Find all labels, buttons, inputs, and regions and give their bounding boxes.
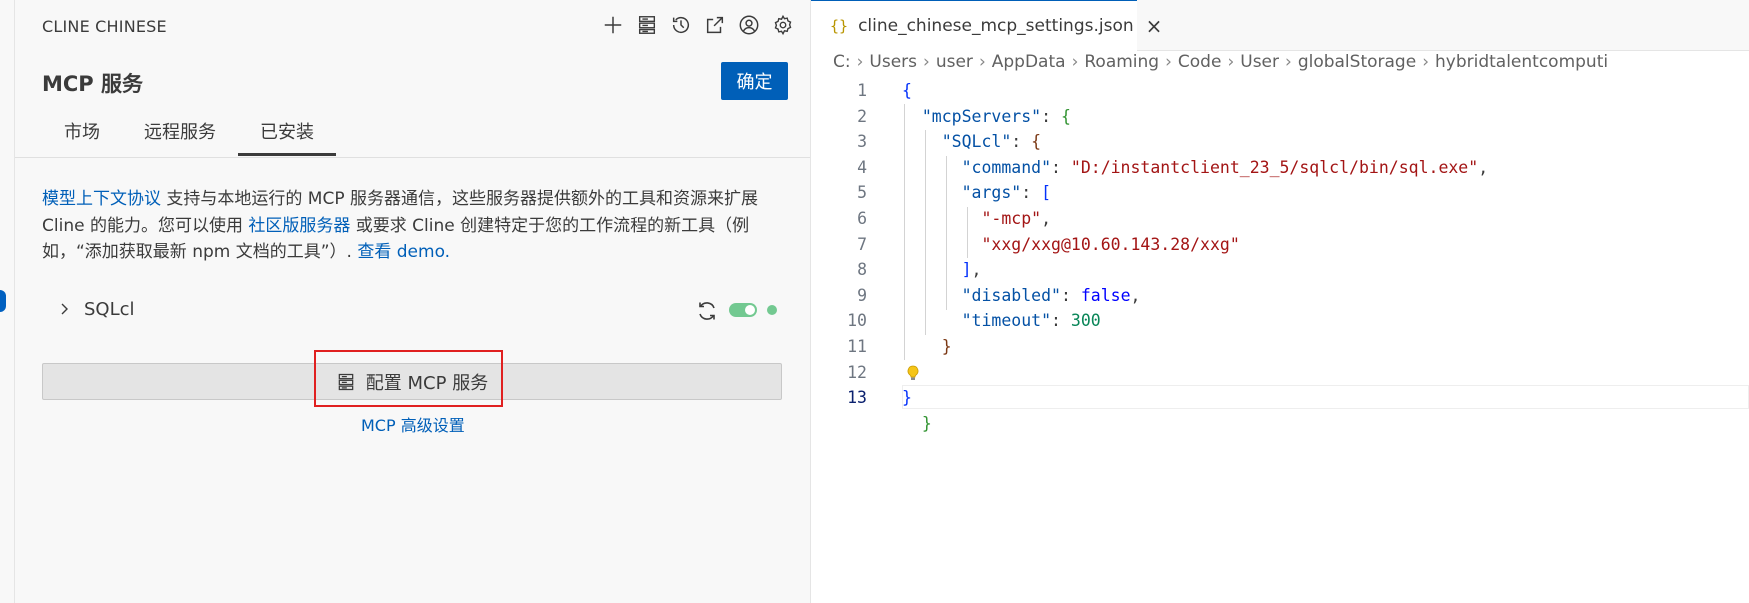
- chevron-right-icon: ›: [978, 52, 986, 72]
- line-number: 7: [857, 234, 867, 254]
- current-line-highlight: [902, 385, 1749, 410]
- configure-mcp-button[interactable]: 配置 MCP 服务: [42, 363, 782, 400]
- lightbulb-icon[interactable]: [906, 365, 920, 381]
- activity-strip: [0, 0, 15, 603]
- editor-tab-title: cline_chinese_mcp_settings.json: [858, 16, 1134, 36]
- tab-divider: [15, 157, 810, 158]
- code-line: 5 "args": [: [811, 180, 1749, 206]
- account-icon[interactable]: [736, 12, 762, 38]
- history-icon[interactable]: [668, 12, 694, 38]
- gear-icon[interactable]: [770, 12, 796, 38]
- line-number: 13: [847, 388, 867, 408]
- code-line: 9 "disabled": false,: [811, 283, 1749, 309]
- code-editor[interactable]: 1{ 2 "mcpServers": { 3 "SQLcl": { 4 "com…: [811, 78, 1749, 433]
- line-number: 1: [857, 81, 867, 100]
- json-key: "mcpServers": [921, 106, 1042, 126]
- breadcrumb-item[interactable]: C:: [833, 52, 851, 72]
- code-line: 12 }: [811, 360, 1749, 433]
- server-row-sqlcl[interactable]: SQLcl: [42, 290, 787, 332]
- breadcrumb-item[interactable]: Code: [1178, 52, 1222, 72]
- mcp-advanced-settings-link[interactable]: MCP 高级设置: [361, 412, 465, 436]
- code-line: 4 "command": "D:/instantclient_23_5/sqlc…: [811, 155, 1749, 181]
- server-name: SQLcl: [84, 299, 135, 320]
- view-demo-link[interactable]: 查看 demo.: [357, 242, 450, 262]
- code-line: 8 ],: [811, 257, 1749, 283]
- toggle-knob: [745, 305, 755, 315]
- configure-mcp-label: 配置 MCP 服务: [365, 372, 489, 394]
- cline-sidebar: CLINE CHINESE MCP 服务 确定 市场 远程服务 已安装 模型上下…: [15, 0, 811, 603]
- breadcrumb-item[interactable]: User: [1240, 52, 1279, 72]
- activity-indicator: [0, 290, 6, 312]
- code-line: 7 "xxg/xxg@10.60.143.28/xxg": [811, 232, 1749, 258]
- mcp-description: 模型上下文协议 支持与本地运行的 MCP 服务器通信，这些服务器提供额外的工具和…: [42, 186, 787, 266]
- chevron-right-icon: ›: [856, 52, 864, 72]
- line-number: 9: [857, 285, 867, 305]
- breadcrumb-item[interactable]: user: [936, 52, 973, 72]
- code-line: 11 }: [811, 334, 1749, 360]
- editor-pane: {} cline_chinese_mcp_settings.json × C: ›…: [811, 0, 1749, 603]
- line-number: 8: [857, 260, 867, 280]
- tab-bar: 市场 远程服务 已安装: [42, 112, 336, 156]
- json-key: "timeout": [961, 311, 1052, 331]
- tab-marketplace[interactable]: 市场: [42, 112, 122, 154]
- chevron-right-icon: ›: [923, 52, 930, 72]
- breadcrumb-item[interactable]: AppData: [992, 52, 1066, 72]
- code-line-current: 13}: [811, 385, 1749, 411]
- code-line: 6 "-mcp",: [811, 206, 1749, 232]
- json-key: "disabled": [961, 285, 1061, 305]
- code-line: 10 "timeout": 300: [811, 308, 1749, 334]
- json-key: "args": [961, 183, 1022, 203]
- line-number: 6: [857, 208, 867, 228]
- breadcrumb-item[interactable]: globalStorage: [1298, 52, 1416, 72]
- editor-tab-strip: {} cline_chinese_mcp_settings.json ×: [811, 0, 1749, 51]
- refresh-icon[interactable]: [695, 299, 719, 323]
- code-line: 2 "mcpServers": {: [811, 104, 1749, 130]
- confirm-button[interactable]: 确定: [721, 62, 788, 100]
- line-number: 4: [857, 157, 867, 177]
- server-icon[interactable]: [634, 12, 660, 38]
- json-file-icon: {}: [830, 17, 849, 35]
- code-line: 3 "SQLcl": {: [811, 129, 1749, 155]
- json-number: 300: [1070, 311, 1101, 331]
- community-servers-link[interactable]: 社区版服务器: [248, 216, 350, 236]
- json-string: "-mcp": [981, 208, 1042, 228]
- breadcrumb-item[interactable]: Users: [869, 52, 917, 72]
- plus-icon[interactable]: [600, 12, 626, 38]
- chevron-right-icon: ›: [1227, 52, 1235, 72]
- line-number: 3: [857, 132, 867, 152]
- json-boolean: false: [1080, 285, 1131, 305]
- code-line: 1{: [811, 78, 1749, 104]
- server-status-dot: [767, 305, 777, 315]
- breadcrumb-item[interactable]: Roaming: [1084, 52, 1159, 72]
- server-enable-toggle[interactable]: [729, 303, 757, 317]
- breadcrumb: C: › Users › user › AppData › Roaming › Code › User ›…: [833, 52, 1608, 72]
- popout-icon[interactable]: [702, 12, 728, 38]
- line-number: 10: [847, 311, 867, 331]
- json-string: "D:/instantclient_23_5/sqlcl/bin/sql.exe…: [1070, 157, 1479, 177]
- editor-tab-settings-json[interactable]: {} cline_chinese_mcp_settings.json ×: [811, 0, 1162, 51]
- mcp-protocol-link[interactable]: 模型上下文协议: [42, 189, 161, 209]
- line-number: 11: [847, 336, 867, 356]
- close-icon[interactable]: ×: [1146, 14, 1163, 38]
- page-title: MCP 服务: [42, 72, 144, 96]
- chevron-right-icon: ›: [1071, 52, 1079, 72]
- chevron-right-icon: ›: [1422, 52, 1429, 72]
- json-string: "xxg/xxg@10.60.143.28/xxg": [981, 234, 1240, 254]
- tab-installed[interactable]: 已安装: [238, 112, 336, 156]
- json-key: "command": [961, 157, 1052, 177]
- tab-remote-servers[interactable]: 远程服务: [122, 112, 238, 154]
- chevron-right-icon[interactable]: [56, 301, 72, 317]
- server-icon: [338, 373, 354, 390]
- chevron-right-icon: ›: [1285, 52, 1292, 72]
- line-number: 2: [857, 106, 867, 126]
- line-number: 5: [857, 183, 867, 203]
- chevron-right-icon: ›: [1165, 52, 1172, 72]
- json-key: "SQLcl": [941, 132, 1012, 152]
- breadcrumb-item[interactable]: hybridtalentcomputi: [1435, 52, 1608, 72]
- line-number: 12: [847, 362, 867, 382]
- sidebar-toolbar: [600, 12, 796, 38]
- extension-title: CLINE CHINESE: [42, 17, 167, 36]
